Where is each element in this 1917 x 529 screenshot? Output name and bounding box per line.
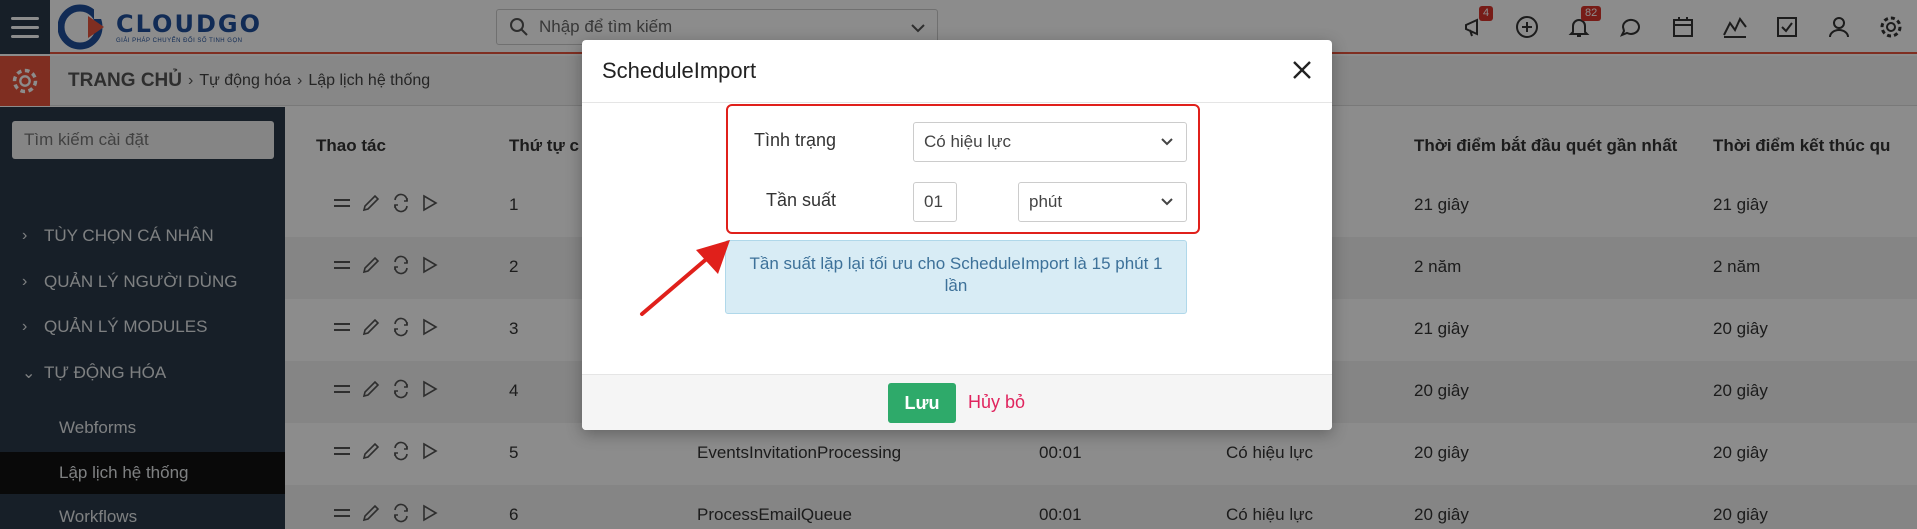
frequency-info-text: Tần suất lặp lại tối ưu cho ScheduleImpo… bbox=[749, 254, 1163, 295]
modal-header: ScheduleImport bbox=[582, 40, 1332, 103]
frequency-input[interactable]: 01 bbox=[913, 182, 957, 222]
status-select-value: Có hiệu lực bbox=[924, 132, 1011, 151]
save-button[interactable]: Lưu bbox=[888, 383, 956, 423]
annotation-arrow-icon bbox=[640, 240, 730, 316]
status-label: Tình trạng bbox=[753, 130, 836, 150]
frequency-unit-value: phút bbox=[1029, 192, 1063, 211]
chevron-down-icon bbox=[1161, 198, 1173, 206]
close-button[interactable] bbox=[1288, 56, 1316, 84]
modal-footer: Lưu Hủy bỏ bbox=[582, 374, 1332, 430]
modal-title: ScheduleImport bbox=[602, 58, 757, 83]
close-icon bbox=[1293, 61, 1311, 79]
status-select[interactable]: Có hiệu lực bbox=[913, 122, 1187, 162]
frequency-input-value: 01 bbox=[924, 192, 943, 211]
frequency-info-alert: Tần suất lặp lại tối ưu cho ScheduleImpo… bbox=[725, 240, 1187, 314]
frequency-label: Tần suất bbox=[765, 190, 836, 210]
chevron-down-icon bbox=[1161, 138, 1173, 146]
cancel-button[interactable]: Hủy bỏ bbox=[968, 392, 1025, 413]
frequency-unit-select[interactable]: phút bbox=[1018, 182, 1187, 222]
